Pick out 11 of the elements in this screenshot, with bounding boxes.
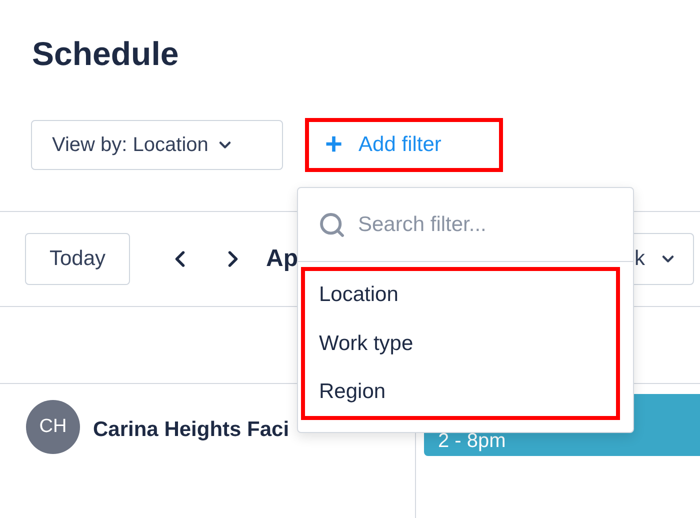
view-by-dropdown[interactable]: View by: Location [31, 120, 283, 170]
filter-option[interactable]: Location [305, 279, 616, 311]
search-field[interactable]: Search filter... [358, 208, 613, 240]
facility-name: Carina Heights Faci [93, 417, 290, 443]
search-icon [318, 210, 346, 238]
filter-option[interactable]: Region [305, 376, 616, 408]
today-button[interactable]: Today [25, 233, 130, 285]
date-label: Ap [266, 244, 298, 274]
page-title: Schedule [32, 34, 180, 74]
avatar: CH [26, 400, 80, 454]
filter-option[interactable]: Work type [305, 328, 616, 360]
